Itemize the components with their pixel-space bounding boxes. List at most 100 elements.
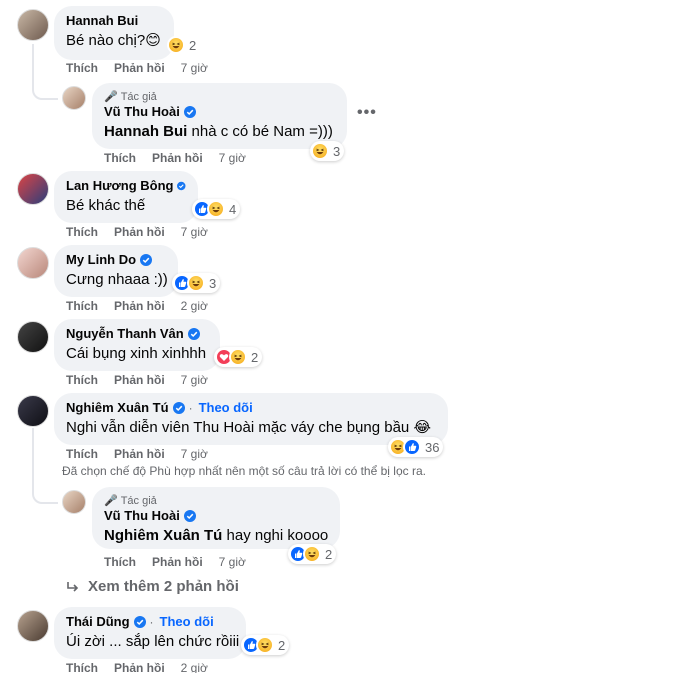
comment-bubble: 🎤 Tác giả Vũ Thu Hoài Hannah Bui nhà c có…	[92, 83, 347, 149]
reply-thread-line	[32, 44, 58, 100]
commenter-name[interactable]: Lan Hương Bông	[66, 178, 173, 194]
smile-emoji: 😊	[145, 32, 161, 49]
haha-reaction-icon	[187, 274, 205, 292]
verified-badge-icon	[183, 510, 196, 522]
commenter-name[interactable]: Hannah Bui	[66, 13, 138, 29]
reaction-count: 3	[209, 275, 217, 291]
timestamp[interactable]: 7 giờ	[181, 372, 208, 388]
comment-text: nhà c có bé Nam =)))	[187, 123, 333, 140]
comment-text: Nghi vẫn diễn viên Thu Hoài mặc váy che …	[66, 419, 410, 436]
filter-note: Đã chọn chế độ Phù hợp nhất nên một số c…	[62, 464, 426, 478]
timestamp[interactable]: 2 giờ	[181, 660, 208, 673]
care-reaction-icon	[229, 348, 247, 366]
commenter-name[interactable]: Nghiêm Xuân Tú	[66, 400, 169, 416]
reply-button[interactable]: Phản hồi	[114, 660, 165, 673]
comment-actions: Thích Phản hồi 7 giờ	[66, 224, 208, 240]
timestamp[interactable]: 7 giờ	[219, 150, 246, 166]
like-button[interactable]: Thích	[66, 446, 98, 462]
care-reaction-icon	[207, 200, 225, 218]
haha-reaction-icon	[303, 545, 321, 563]
timestamp[interactable]: 7 giờ	[219, 554, 246, 570]
comment-bubble: 🎤 Tác giả Vũ Thu Hoài Nghiêm Xuân Tú hay …	[92, 487, 340, 549]
like-button[interactable]: Thích	[66, 60, 98, 76]
verified-badge-icon	[172, 402, 185, 414]
reaction-summary[interactable]: 3	[172, 273, 221, 293]
comment-actions: Thích Phản hồi 2 giờ	[66, 298, 208, 314]
timestamp[interactable]: 7 giờ	[181, 60, 208, 76]
comment-text: hay nghi koooo	[222, 527, 329, 544]
reply-button[interactable]: Phản hồi	[114, 446, 165, 462]
reply-button[interactable]: Phản hồi	[152, 150, 203, 166]
avatar[interactable]	[17, 395, 49, 427]
verified-badge-icon	[140, 254, 153, 266]
commenter-name[interactable]: My Linh Do	[66, 252, 136, 268]
like-button[interactable]: Thích	[66, 298, 98, 314]
author-badge-icon: 🎤	[104, 91, 118, 103]
haha-reaction-icon	[311, 142, 329, 160]
comment-bubble: My Linh Do Cưng nhaaa :))	[54, 245, 178, 297]
avatar[interactable]	[17, 247, 49, 279]
laughing-emoji: 😂	[413, 419, 431, 436]
more-options-button[interactable]: •••	[357, 104, 377, 122]
comment-bubble: Lan Hương Bông Bé khác thế	[54, 171, 198, 223]
author-badge-icon: 🎤	[104, 495, 118, 507]
timestamp[interactable]: 7 giờ	[181, 224, 208, 240]
avatar[interactable]	[62, 86, 86, 110]
comment-text: Cái bụng xinh xinhhh	[66, 345, 207, 362]
commenter-name[interactable]: Nguyễn Thanh Vân	[66, 326, 184, 342]
comment-text: Bé nào chị?	[66, 32, 146, 49]
see-more-label[interactable]: Xem thêm 2 phản hồi	[88, 578, 239, 595]
avatar[interactable]	[17, 173, 49, 205]
comment-text: Bé khác thế	[66, 197, 146, 214]
reaction-count: 2	[325, 546, 333, 562]
reply-button[interactable]: Phản hồi	[114, 298, 165, 314]
mention-link[interactable]: Nghiêm Xuân Tú	[104, 527, 222, 544]
comment-actions: Thích Phản hồi 7 giờ	[66, 60, 208, 76]
reaction-summary[interactable]: 2	[214, 347, 263, 367]
follow-button[interactable]: Theo dõi	[199, 400, 253, 416]
reaction-count: 4	[229, 201, 237, 217]
comment-actions: Thích Phản hồi 7 giờ	[66, 372, 208, 388]
verified-badge-icon	[183, 106, 196, 118]
avatar[interactable]	[17, 321, 49, 353]
mention-link[interactable]: Hannah Bui	[104, 123, 187, 140]
comment-bubble: Hannah Bui Bé nào chị?😊	[54, 6, 174, 60]
reaction-summary[interactable]: 2	[241, 635, 290, 655]
like-reaction-icon	[403, 438, 421, 456]
timestamp[interactable]: 2 giờ	[181, 298, 208, 314]
reply-button[interactable]: Phản hồi	[152, 554, 203, 570]
like-button[interactable]: Thích	[66, 372, 98, 388]
commenter-name[interactable]: Vũ Thu Hoài	[104, 104, 180, 120]
reply-button[interactable]: Phản hồi	[114, 60, 165, 76]
see-more-replies-button[interactable]: Xem thêm 2 phản hồi	[66, 578, 239, 595]
reply-button[interactable]: Phản hồi	[114, 224, 165, 240]
verified-badge-icon	[177, 181, 186, 191]
like-button[interactable]: Thích	[104, 150, 136, 166]
commenter-name[interactable]: Vũ Thu Hoài	[104, 508, 180, 524]
comment-actions: Thích Phản hồi 2 giờ	[66, 660, 208, 673]
commenter-name[interactable]: Thái Dũng	[66, 614, 130, 630]
like-button[interactable]: Thích	[66, 660, 98, 673]
comment-actions: Thích Phản hồi 7 giờ	[104, 554, 246, 570]
like-button[interactable]: Thích	[104, 554, 136, 570]
reaction-summary[interactable]: 3	[310, 141, 345, 161]
reaction-count: 36	[425, 439, 440, 455]
author-tag-label: Tác giả	[120, 495, 157, 507]
follow-button[interactable]: Theo dõi	[160, 614, 214, 630]
like-button[interactable]: Thích	[66, 224, 98, 240]
reaction-summary[interactable]: 2	[166, 35, 200, 55]
avatar[interactable]	[17, 610, 49, 642]
reaction-count: 2	[278, 637, 286, 653]
reaction-count: 2	[189, 37, 197, 53]
reaction-summary[interactable]: 36	[388, 437, 444, 457]
timestamp[interactable]: 7 giờ	[181, 446, 208, 462]
reply-button[interactable]: Phản hồi	[114, 372, 165, 388]
reaction-summary[interactable]: 2	[288, 544, 337, 564]
comment-bubble: Nghiêm Xuân Tú · Theo dõi Nghi vẫn diễn …	[54, 393, 448, 445]
avatar[interactable]	[17, 9, 49, 41]
avatar[interactable]	[62, 490, 86, 514]
separator-dot: ·	[149, 615, 154, 629]
comment-bubble: Nguyễn Thanh Vân Cái bụng xinh xinhhh	[54, 319, 220, 371]
comment-actions: Thích Phản hồi 7 giờ	[104, 150, 246, 166]
reaction-summary[interactable]: 4	[192, 199, 241, 219]
